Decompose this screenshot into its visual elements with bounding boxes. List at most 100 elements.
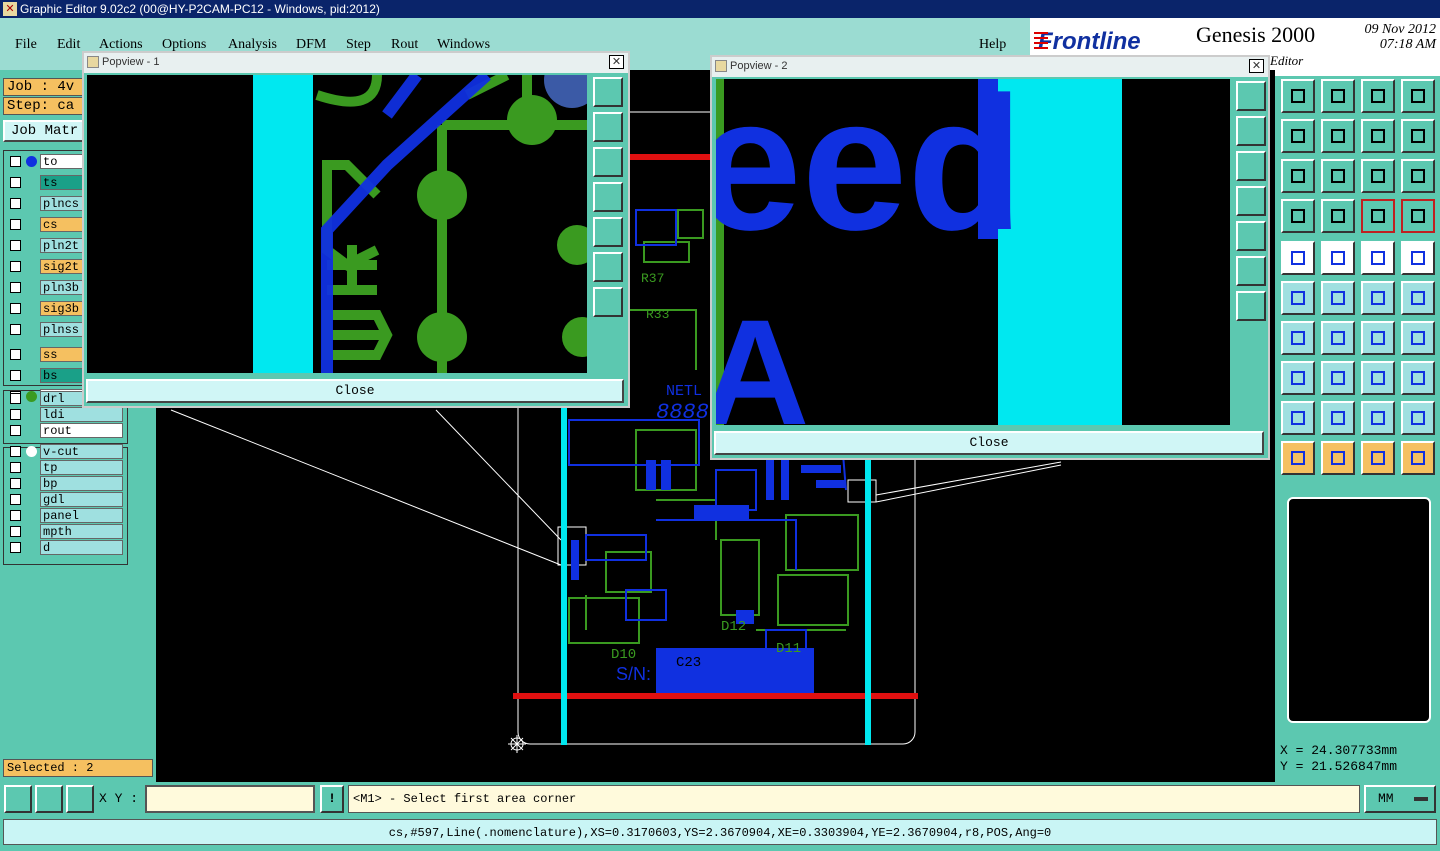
line-icon[interactable] (1281, 321, 1315, 355)
menu-help[interactable]: Help (979, 37, 1006, 53)
popview-2-close-icon[interactable]: ✕ (1249, 59, 1264, 73)
popview-2-canvas[interactable]: eed A (716, 79, 1230, 425)
layer-row[interactable]: tp (7, 460, 123, 475)
layer-row[interactable]: mpth (7, 524, 123, 539)
layer-checkbox[interactable] (10, 425, 21, 436)
pan-left-icon[interactable] (593, 182, 623, 212)
ruler-icon[interactable] (1361, 241, 1395, 275)
layer-row[interactable]: rout (7, 423, 123, 438)
refresh-icon[interactable] (1401, 119, 1435, 153)
mirror-icon[interactable] (1401, 321, 1435, 355)
grid-snap-icon[interactable] (66, 785, 94, 813)
layer-checkbox[interactable] (10, 156, 21, 167)
connect-icon[interactable] (1281, 281, 1315, 315)
drag-icon[interactable] (1401, 281, 1435, 315)
window-icon[interactable] (1401, 79, 1435, 113)
layer-checkbox[interactable] (10, 462, 21, 473)
add-line-icon[interactable] (1321, 241, 1355, 275)
scale-icon[interactable] (1361, 159, 1395, 193)
snap-icon[interactable] (4, 785, 32, 813)
layer-row[interactable]: ldi (7, 407, 123, 422)
pan-right-icon[interactable] (593, 217, 623, 247)
zoom-window-icon[interactable] (1236, 81, 1266, 111)
pan-up-icon[interactable] (593, 112, 623, 142)
zoom-center-icon[interactable] (1321, 159, 1355, 193)
pan-down-icon[interactable] (593, 147, 623, 177)
units-select[interactable]: MM (1364, 785, 1436, 813)
layer-checkbox[interactable] (10, 478, 21, 489)
layer-checkbox[interactable] (10, 198, 21, 209)
cut-icon[interactable] (1321, 361, 1355, 395)
menu-edit[interactable]: Edit (57, 37, 80, 53)
tool-icon[interactable] (1281, 199, 1315, 233)
layer-checkbox[interactable] (10, 303, 21, 314)
pointer-icon[interactable] (1281, 441, 1315, 475)
shape-icon[interactable] (1281, 361, 1315, 395)
pan-right-icon[interactable] (1236, 221, 1266, 251)
overview-map[interactable] (1287, 497, 1431, 723)
resize-icon[interactable] (1361, 361, 1395, 395)
layer-row[interactable]: v-cut (7, 444, 123, 459)
cross-icon[interactable] (1321, 281, 1355, 315)
popview-1-close-button[interactable]: Close (86, 379, 624, 403)
layer-checkbox[interactable] (10, 446, 21, 457)
help-icon[interactable] (1401, 159, 1435, 193)
layer-row[interactable]: gdl (7, 492, 123, 507)
popview-1-canvas[interactable] (87, 75, 587, 373)
zoom-fit-icon[interactable] (1281, 159, 1315, 193)
layer-name[interactable]: panel (40, 508, 123, 523)
layer-row[interactable]: bp (7, 476, 123, 491)
alert-icon[interactable]: ! (320, 785, 344, 813)
popview-1-close-icon[interactable]: ✕ (609, 55, 624, 69)
layer-checkbox[interactable] (10, 324, 21, 335)
home-icon[interactable] (1281, 79, 1315, 113)
layers-icon[interactable] (1361, 199, 1395, 233)
save-icon[interactable] (1321, 79, 1355, 113)
pan-left-icon[interactable] (1281, 119, 1315, 153)
tri-icon[interactable] (1281, 401, 1315, 435)
layer-name[interactable]: d (40, 540, 123, 555)
layer-name[interactable]: mpth (40, 524, 123, 539)
layer-name[interactable]: bp (40, 476, 123, 491)
layer-checkbox[interactable] (10, 393, 21, 404)
arc-icon[interactable] (1361, 321, 1395, 355)
layer-checkbox[interactable] (10, 526, 21, 537)
pointer2-icon[interactable] (1321, 441, 1355, 475)
layer-name[interactable]: rout (40, 423, 123, 438)
layer-checkbox[interactable] (10, 240, 21, 251)
snap-tool-icon[interactable] (1401, 441, 1435, 475)
layer-name[interactable]: gdl (40, 492, 123, 507)
layer-checkbox[interactable] (10, 542, 21, 553)
house-icon[interactable] (1361, 79, 1395, 113)
popview-2-close-button[interactable]: Close (714, 431, 1264, 455)
layer-checkbox[interactable] (10, 349, 21, 360)
add-pad-icon[interactable] (1281, 241, 1315, 275)
measure-icon[interactable] (35, 785, 63, 813)
layers-red-icon[interactable] (1401, 199, 1435, 233)
layer-name[interactable]: v-cut (40, 444, 123, 459)
zoom-fit-icon[interactable] (593, 252, 623, 282)
pan-up-icon[interactable] (1236, 116, 1266, 146)
pointer3-icon[interactable] (1361, 441, 1395, 475)
zoom-center-icon[interactable] (1236, 291, 1266, 321)
layer-checkbox[interactable] (10, 219, 21, 230)
zoom-window-icon[interactable] (593, 77, 623, 107)
grid-icon[interactable] (1321, 199, 1355, 233)
select-box-icon[interactable] (1401, 241, 1435, 275)
arc3-icon[interactable] (1401, 401, 1435, 435)
edit-line-icon[interactable] (1321, 321, 1355, 355)
move-icon[interactable] (1361, 281, 1395, 315)
layer-name[interactable]: ldi (40, 407, 123, 422)
pan-down-icon[interactable] (1236, 151, 1266, 181)
zoom-fit-icon[interactable] (1236, 256, 1266, 286)
layer-checkbox[interactable] (10, 261, 21, 272)
xy-input[interactable] (145, 785, 315, 813)
layer-row[interactable]: panel (7, 508, 123, 523)
layer-checkbox[interactable] (10, 409, 21, 420)
layer-checkbox[interactable] (10, 282, 21, 293)
arc2-icon[interactable] (1361, 401, 1395, 435)
rotate-icon[interactable] (1361, 119, 1395, 153)
pan-left-icon[interactable] (1236, 186, 1266, 216)
menu-file[interactable]: File (15, 37, 37, 53)
tri2-icon[interactable] (1321, 401, 1355, 435)
